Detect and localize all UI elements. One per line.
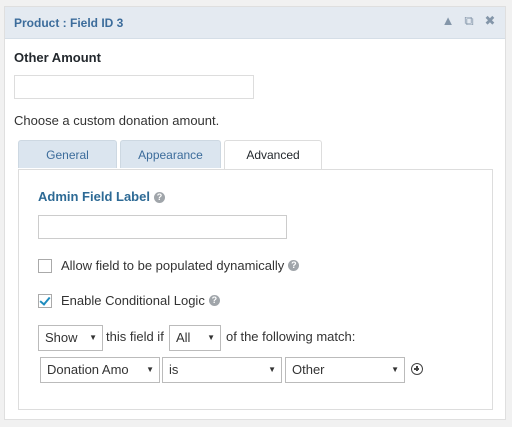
tab-advanced[interactable]: Advanced [224,140,322,170]
chevron-down-icon: ▼ [89,333,97,342]
logic-text-2: of the following match: [226,329,356,344]
conditional-logic-checkbox[interactable] [38,293,52,308]
rule-field-select[interactable]: Donation Amo ▼ [40,357,160,383]
conditional-logic-row: Enable Conditional Logic? [38,293,220,308]
allow-dynamic-checkbox[interactable] [38,258,52,273]
chevron-down-icon: ▼ [146,365,154,374]
field-description: Choose a custom donation amount. [14,113,220,128]
logic-match-value: All [176,330,191,345]
tab-general[interactable]: General [18,140,117,168]
rule-operator-select[interactable]: is ▼ [162,357,282,383]
rule-operator-value: is [169,362,179,377]
allow-dynamic-row: Allow field to be populated dynamically? [38,258,300,273]
field-settings-panel: Product : Field ID 3 ▲ ⧉ ✖ Other Amount … [4,6,506,420]
settings-tabs: General Appearance Advanced [18,140,325,170]
collapse-icon[interactable]: ▲ [441,14,455,28]
add-rule-icon[interactable] [411,363,423,375]
chevron-down-icon: ▼ [268,365,276,374]
admin-label-input[interactable] [38,215,287,239]
admin-label-text: Admin Field Label [38,189,150,204]
rule-field-value: Donation Amo [47,362,129,377]
chevron-down-icon: ▼ [391,365,399,374]
conditional-logic-label[interactable]: Enable Conditional Logic [61,293,205,308]
tab-appearance[interactable]: Appearance [120,140,221,168]
close-icon[interactable]: ✖ [483,14,497,28]
panel-title: Product : Field ID 3 [14,16,124,30]
rule-value-value: Other [292,362,325,377]
admin-label-heading: Admin Field Label? [38,189,165,204]
chevron-down-icon: ▼ [207,333,215,342]
advanced-tab-panel: Admin Field Label? Allow field to be pop… [18,169,493,410]
other-amount-input[interactable] [14,75,254,99]
field-label: Other Amount [14,50,101,65]
logic-action-select[interactable]: Show ▼ [38,325,103,351]
panel-header: Product : Field ID 3 ▲ ⧉ ✖ [5,7,505,39]
help-icon[interactable]: ? [288,260,300,271]
header-actions: ▲ ⧉ ✖ [441,14,497,28]
logic-match-select[interactable]: All ▼ [169,325,221,351]
help-icon[interactable]: ? [153,192,165,203]
panel-content: Other Amount Choose a custom donation am… [5,38,505,419]
allow-dynamic-label[interactable]: Allow field to be populated dynamically [61,258,284,273]
help-icon[interactable]: ? [208,295,220,306]
logic-action-value: Show [45,330,78,345]
duplicate-icon[interactable]: ⧉ [462,14,476,28]
logic-text-1: this field if [106,329,164,344]
rule-value-select[interactable]: Other ▼ [285,357,405,383]
